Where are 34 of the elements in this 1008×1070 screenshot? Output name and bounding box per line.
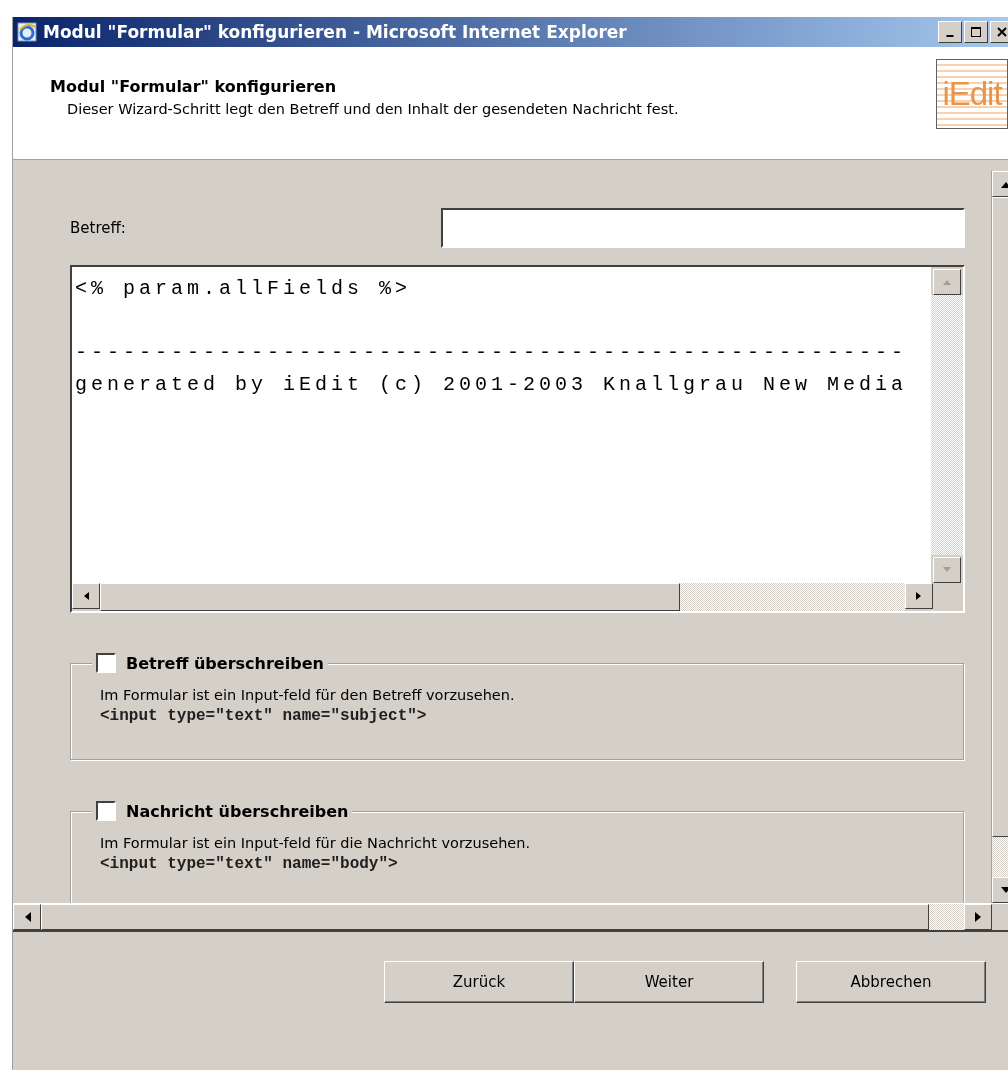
minimize-button[interactable] xyxy=(938,21,962,43)
scroll-right-icon[interactable] xyxy=(964,904,992,930)
wizard-button[interactable]: Weiter xyxy=(574,961,764,1003)
minimize-icon xyxy=(946,35,954,37)
wizard-title: Modul "Formular" konfigurieren xyxy=(50,77,338,96)
scroll-left-icon[interactable] xyxy=(13,904,41,930)
scrollbar-thumb[interactable] xyxy=(100,583,680,611)
wizard-button[interactable]: Abbrechen xyxy=(796,961,986,1003)
scrollbar-thumb[interactable] xyxy=(41,904,929,930)
logo: iEdit xyxy=(936,59,1008,129)
maximize-icon xyxy=(971,27,981,37)
code-snippet: <input type="text" name="subject"> xyxy=(100,707,428,725)
scroll-up-icon[interactable] xyxy=(933,269,961,295)
checkbox[interactable] xyxy=(96,653,116,673)
close-button[interactable] xyxy=(990,21,1008,43)
horizontal-scrollbar[interactable] xyxy=(13,903,1008,932)
window-title: Modul "Formular" konfigurieren - Microsoft Internet Explorer xyxy=(43,22,628,42)
option-description: Im Formular ist ein Input-feld für die Nachricht vorzusehen. xyxy=(100,835,532,851)
wizard-description: Dieser Wizard-Schritt legt den Betreff und den Inhalt der gesendeten Nachricht fest. xyxy=(67,101,679,117)
subject-label: Betreff: xyxy=(70,219,126,237)
maximize-button[interactable] xyxy=(964,21,988,43)
checkbox[interactable] xyxy=(96,801,116,821)
subject-input-field[interactable] xyxy=(441,208,965,248)
wizard-button[interactable]: Zurück xyxy=(384,961,574,1003)
message-textarea[interactable]: <% param.allFields %> ---------------------------------------------------- generated by iEdit (c) 2001-2003 Knallgrau New Media xyxy=(70,265,965,613)
scroll-right-icon[interactable] xyxy=(905,583,933,609)
textarea-vertical-scrollbar[interactable] xyxy=(931,267,963,583)
option-description: Im Formular ist ein Input-feld für den Betreff vorzusehen. xyxy=(100,687,516,703)
message-text: <% param.allFields %> ---------------------------------------------------- generated by iEdit (c) 2001-2003 Knallgrau New Media xyxy=(74,276,909,398)
scroll-left-icon[interactable] xyxy=(72,583,100,609)
scroll-down-icon[interactable] xyxy=(933,557,961,583)
close-icon xyxy=(997,27,1007,37)
browser-logo-icon xyxy=(17,22,37,42)
code-snippet: <input type="text" name="body"> xyxy=(100,855,399,873)
